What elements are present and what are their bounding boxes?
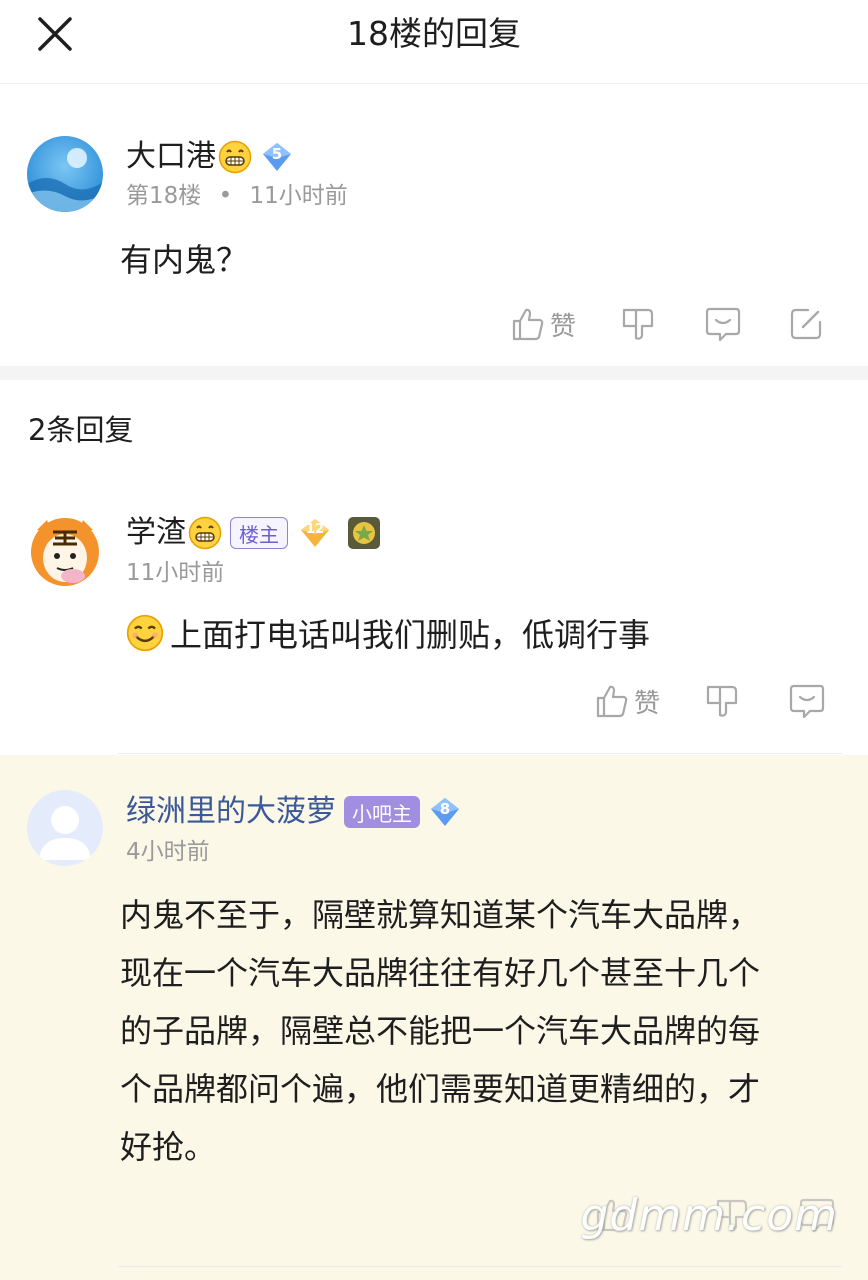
reply-actions: 赞 bbox=[594, 682, 826, 720]
reply-time: 4小时前 bbox=[126, 839, 210, 865]
reply-time: 11小时前 bbox=[126, 560, 225, 586]
comment-button[interactable] bbox=[704, 305, 742, 343]
level-number: 5 bbox=[271, 145, 283, 163]
reply-username[interactable]: 学渣 bbox=[126, 513, 186, 553]
comment-icon bbox=[789, 684, 825, 719]
top-bar: 18楼的回复 bbox=[0, 0, 868, 84]
reply-content: 内鬼不至于，隔壁就算知道某个汽车大品牌， 现在一个汽车大品牌往往有好几个甚至十几… bbox=[120, 886, 760, 1176]
post-time: 11小时前 bbox=[249, 183, 348, 209]
dislike-button[interactable] bbox=[620, 306, 656, 342]
divider bbox=[118, 1266, 842, 1267]
reply-text-line: 好抢。 bbox=[120, 1128, 217, 1166]
reply-username[interactable]: 绿洲里的大菠萝 bbox=[126, 792, 336, 832]
post-actions: 赞 bbox=[510, 305, 824, 343]
smile-emoji-icon bbox=[126, 614, 164, 652]
reply-text-line: 的子品牌，隔壁总不能把一个汽车大品牌的每 bbox=[120, 1012, 761, 1050]
post-content: 有内鬼？ bbox=[120, 241, 249, 279]
thumbs-down-icon bbox=[706, 685, 738, 717]
edit-button[interactable] bbox=[788, 306, 824, 342]
divider bbox=[118, 753, 842, 754]
thumbs-up-icon bbox=[596, 685, 628, 718]
post-meta: 第18楼 • 11小时前 bbox=[126, 181, 348, 211]
like-button[interactable]: 赞 bbox=[510, 306, 576, 343]
post-username[interactable]: 大口港 bbox=[126, 137, 216, 177]
comment-button[interactable] bbox=[788, 682, 826, 720]
watermark: gdmm.com bbox=[580, 1190, 838, 1241]
edit-icon bbox=[790, 308, 822, 340]
grin-emoji-icon bbox=[218, 140, 252, 174]
medal-icon bbox=[348, 517, 380, 549]
avatar[interactable] bbox=[27, 136, 103, 212]
reply-text-line: 现在一个汽车大品牌往往有好几个甚至十几个 bbox=[120, 954, 761, 992]
comment-icon bbox=[705, 307, 741, 342]
thumbs-up-icon bbox=[512, 308, 544, 341]
like-button[interactable]: 赞 bbox=[594, 683, 660, 720]
like-label: 赞 bbox=[634, 688, 661, 719]
section-separator bbox=[0, 366, 868, 380]
thumbs-down-icon bbox=[622, 308, 654, 340]
reply-author-row: 学渣 楼主 12 bbox=[126, 513, 382, 553]
reply-text-line: 个品牌都问个遍，他们需要知道更精细的，才 bbox=[120, 1070, 761, 1108]
avatar[interactable] bbox=[27, 512, 103, 588]
replies-count-header: 2条回复 bbox=[28, 413, 134, 447]
page-title: 18楼的回复 bbox=[347, 14, 521, 53]
grin-emoji-icon bbox=[188, 516, 222, 550]
post-author-row: 大口港 5 bbox=[126, 137, 294, 177]
reply-text-line: 内鬼不至于，隔壁就算知道某个汽车大品牌， bbox=[120, 896, 761, 934]
level-number: 12 bbox=[305, 522, 325, 537]
sub-moderator-badge: 小吧主 bbox=[344, 796, 420, 828]
level-badge: 12 bbox=[298, 516, 332, 550]
thread-owner-badge: 楼主 bbox=[230, 517, 288, 549]
reply-author-row: 绿洲里的大菠萝 小吧主 8 bbox=[126, 792, 462, 832]
avatar[interactable] bbox=[27, 790, 103, 866]
reply-content: 上面打电话叫我们删贴，低调行事 bbox=[126, 606, 650, 664]
reply-text: 上面打电话叫我们删贴，低调行事 bbox=[170, 616, 651, 654]
level-badge: 5 bbox=[260, 140, 294, 174]
meta-separator: • bbox=[218, 183, 233, 209]
floor-number: 第18楼 bbox=[126, 183, 202, 209]
level-badge: 8 bbox=[428, 795, 462, 829]
level-number: 8 bbox=[439, 800, 451, 818]
dislike-button[interactable] bbox=[704, 683, 740, 719]
like-label: 赞 bbox=[550, 311, 577, 342]
